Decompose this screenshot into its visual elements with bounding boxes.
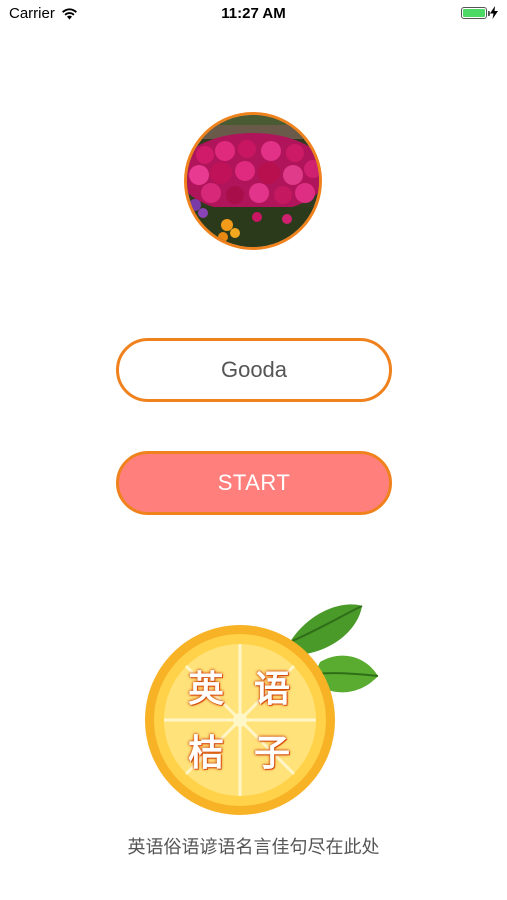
logo-char-2: 语 [254, 668, 291, 710]
orange-logo-icon [145, 604, 379, 815]
name-field[interactable]: Gooda [116, 338, 392, 402]
status-time: 11:27 AM [221, 5, 286, 22]
battery-icon [461, 6, 490, 19]
start-button-label: START [217, 470, 291, 495]
avatar[interactable] [184, 112, 322, 250]
charging-bolt-icon [490, 6, 498, 19]
logo-char-1: 英 [188, 668, 225, 710]
flower-photo-icon [187, 115, 319, 247]
name-field-value: Gooda [220, 357, 288, 382]
status-bar: Carrier 11:27 AM [0, 0, 507, 28]
battery-indicator [461, 6, 498, 19]
start-button[interactable]: START [116, 451, 392, 515]
logo-char-4: 子 [254, 732, 291, 774]
logo-char-3: 桔 [188, 732, 225, 774]
orange-logo: 英 语 桔 子 [140, 600, 385, 825]
tagline: 英语俗语谚语名言佳句尽在此处 [127, 837, 380, 858]
